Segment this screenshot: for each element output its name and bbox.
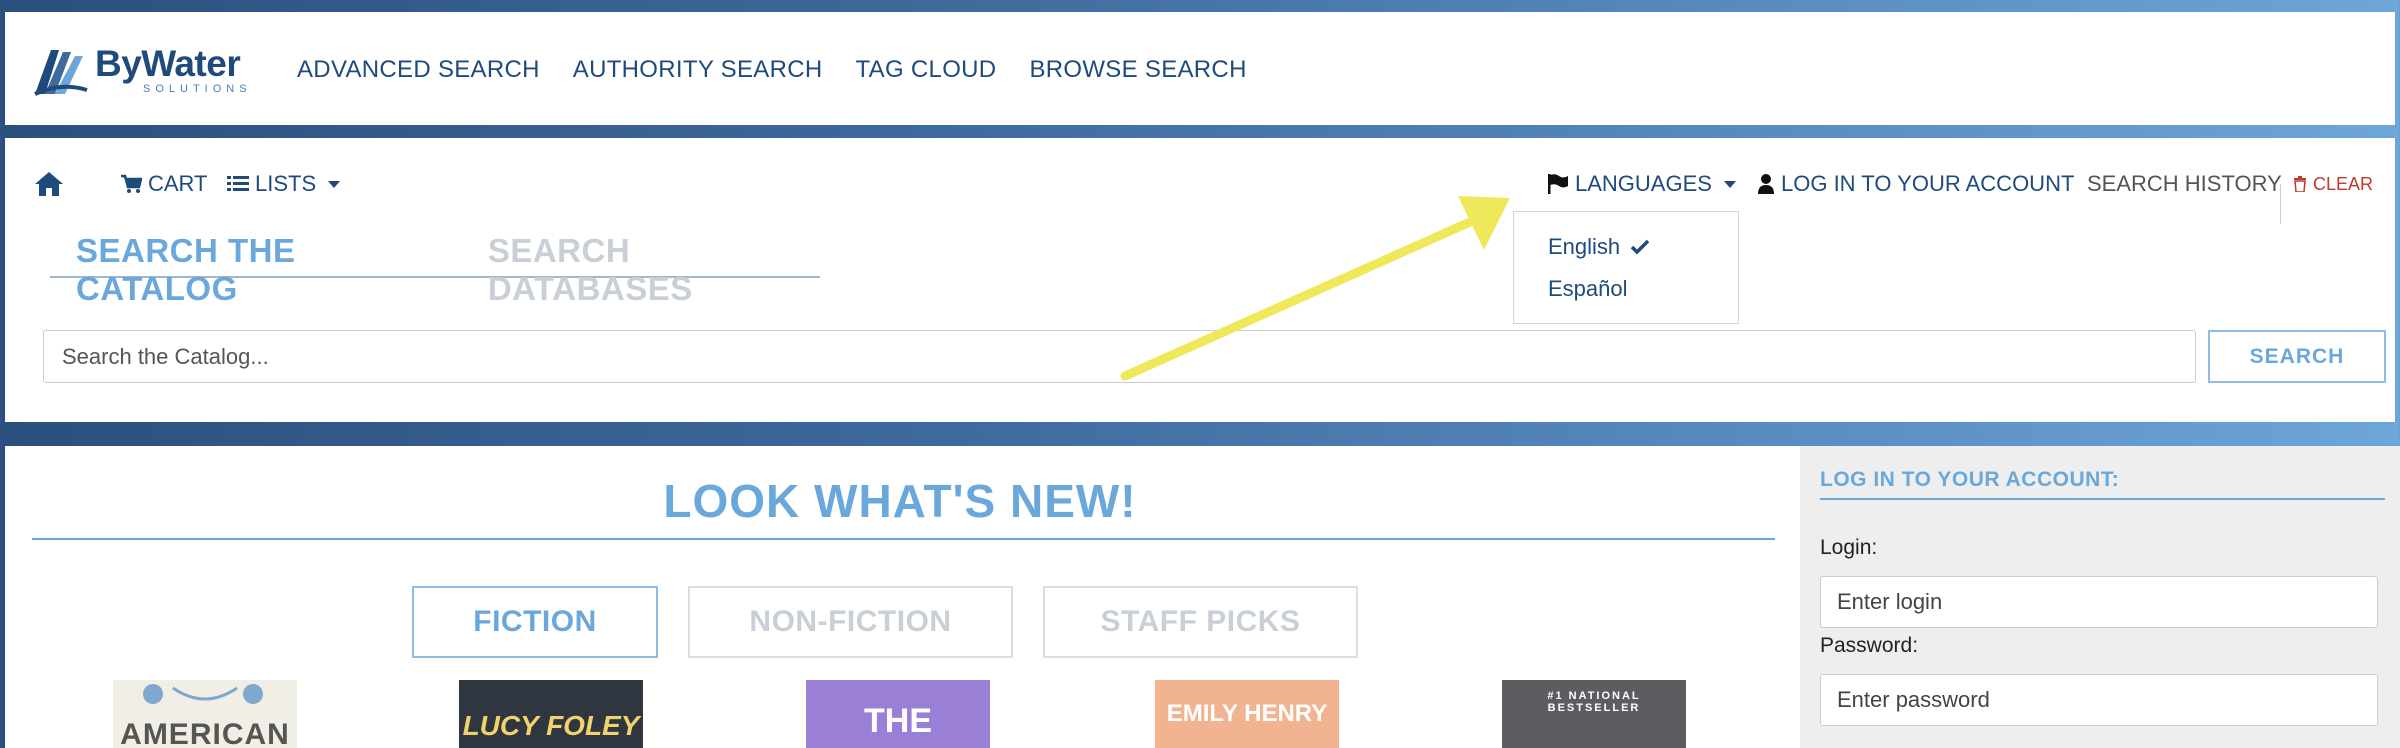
login-field[interactable] xyxy=(1820,576,2378,628)
tab-fiction[interactable]: FICTION xyxy=(412,586,658,658)
login-title-divider xyxy=(1820,498,2385,500)
languages-dropdown: English Español xyxy=(1513,211,1739,324)
check-icon xyxy=(1630,239,1650,255)
cart-label: CART xyxy=(148,171,208,196)
clear-history-button[interactable]: CLEAR xyxy=(2293,164,2373,204)
nav-authority-search[interactable]: AUTHORITY SEARCH xyxy=(573,56,823,84)
cart-icon xyxy=(121,174,142,193)
title-divider xyxy=(32,538,1775,540)
nav-divider xyxy=(2280,184,2281,224)
top-nav: ADVANCED SEARCH AUTHORITY SEARCH TAG CLO… xyxy=(297,56,1247,84)
login-link[interactable]: LOG IN TO YOUR ACCOUNT xyxy=(1757,164,2074,204)
home-link[interactable] xyxy=(33,164,65,204)
tab-search-catalog[interactable]: SEARCH THE CATALOG xyxy=(76,232,440,307)
cart-link[interactable]: CART xyxy=(120,164,208,204)
cover-title: THE xyxy=(864,702,932,740)
search-history-label: SEARCH HISTORY xyxy=(2087,171,2282,196)
chevron-down-icon xyxy=(328,180,341,188)
languages-label: LANGUAGES xyxy=(1575,171,1712,196)
cover-title: #1 NATIONAL BESTSELLER xyxy=(1547,690,1641,714)
book-cover[interactable]: LUCY FOLEY xyxy=(459,680,643,748)
search-panel: CART LISTS LANGUAGES LOG IN TO YOUR ACCO… xyxy=(5,138,2395,422)
login-panel: LOG IN TO YOUR ACCOUNT: Login: Password: xyxy=(1800,446,2400,748)
lists-menu[interactable]: LISTS xyxy=(227,164,341,204)
password-field[interactable] xyxy=(1820,674,2378,726)
brand-tagline: SOLUTIONS xyxy=(143,83,252,95)
nav-advanced-search[interactable]: ADVANCED SEARCH xyxy=(297,56,540,84)
nav-tag-cloud[interactable]: TAG CLOUD xyxy=(856,56,997,84)
tab-staff-picks[interactable]: STAFF PICKS xyxy=(1043,586,1358,658)
floral-pattern-icon xyxy=(143,684,263,704)
book-cover[interactable]: EMILY HENRY xyxy=(1155,680,1339,748)
whats-new-title: LOOK WHAT'S NEW! xyxy=(663,475,1137,527)
trash-icon xyxy=(2294,176,2306,192)
book-cover[interactable]: #1 NATIONAL BESTSELLER xyxy=(1502,680,1686,748)
header-bar: ByWater SOLUTIONS ADVANCED SEARCH AUTHOR… xyxy=(5,12,2395,125)
search-input[interactable] xyxy=(43,330,2196,383)
search-tabs: SEARCH THE CATALOG SEARCH DATABASES xyxy=(50,232,820,307)
home-icon xyxy=(35,172,63,196)
login-label: Login: xyxy=(1820,536,1878,559)
chevron-down-icon xyxy=(1723,180,1736,188)
user-icon xyxy=(1758,174,1774,194)
login-panel-title: LOG IN TO YOUR ACCOUNT: xyxy=(1820,468,2120,491)
flag-icon xyxy=(1548,174,1568,194)
tab-search-databases[interactable]: SEARCH DATABASES xyxy=(488,232,820,307)
language-option-english[interactable]: English xyxy=(1514,226,1738,268)
search-history-link[interactable]: SEARCH HISTORY xyxy=(2087,164,2282,204)
user-navbar: CART LISTS LANGUAGES LOG IN TO YOUR ACCO… xyxy=(5,164,2395,224)
languages-menu[interactable]: LANGUAGES xyxy=(1547,164,1736,204)
language-option-label: Español xyxy=(1548,276,1628,301)
language-option-label: English xyxy=(1548,234,1621,259)
book-cover[interactable]: THE xyxy=(806,680,990,748)
password-label: Password: xyxy=(1820,634,1919,657)
brand-name: ByWater xyxy=(95,43,241,84)
tab-non-fiction[interactable]: NON-FICTION xyxy=(688,586,1013,658)
bywater-logo-icon xyxy=(34,50,88,96)
language-option-espanol[interactable]: Español xyxy=(1514,268,1738,310)
list-icon xyxy=(227,176,249,191)
book-cover[interactable]: AMERICAN xyxy=(113,680,297,748)
nav-browse-search[interactable]: BROWSE SEARCH xyxy=(1029,56,1246,84)
cover-title: LUCY FOLEY xyxy=(462,710,640,741)
cover-title: EMILY HENRY xyxy=(1166,700,1328,727)
cover-title: AMERICAN xyxy=(120,718,290,748)
content-area: LOOK WHAT'S NEW! FICTION NON-FICTION STA… xyxy=(5,446,2400,748)
bywater-logo[interactable]: ByWater SOLUTIONS xyxy=(33,42,252,98)
clear-label: CLEAR xyxy=(2313,173,2374,194)
search-button[interactable]: SEARCH xyxy=(2208,330,2386,383)
login-label: LOG IN TO YOUR ACCOUNT xyxy=(1781,171,2075,196)
lists-label: LISTS xyxy=(255,171,317,196)
